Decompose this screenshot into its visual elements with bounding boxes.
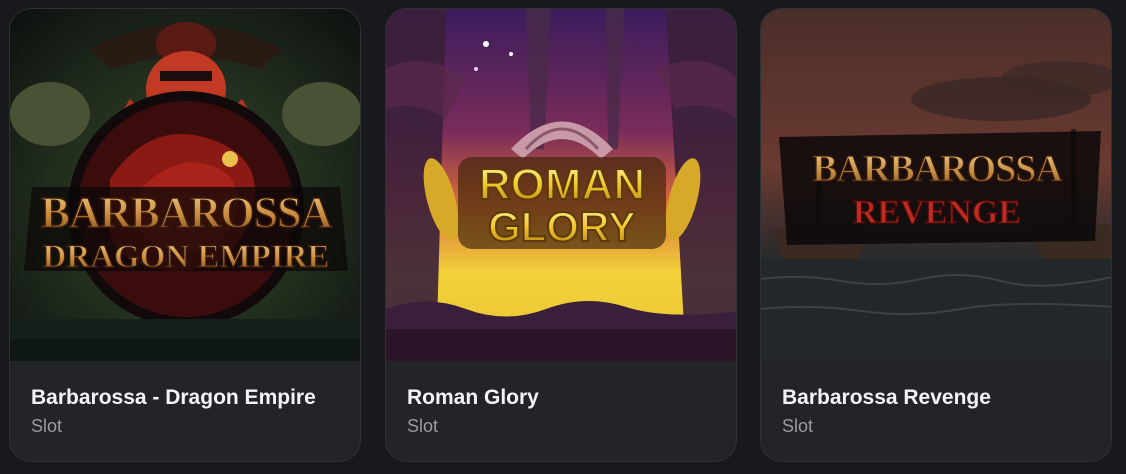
game-thumbnail[interactable]: BARBAROSSA DRAGON EMPIRE (10, 9, 360, 361)
game-type: Slot (782, 416, 814, 436)
game-title[interactable]: Roman Glory (407, 385, 724, 411)
game-title[interactable]: Barbarossa Revenge (782, 385, 1099, 411)
game-type: Slot (31, 416, 63, 436)
game-thumbnail[interactable]: BARBAROSSA REVENGE (761, 9, 1111, 361)
svg-text:ROMAN: ROMAN (479, 160, 645, 209)
svg-text:GLORY: GLORY (488, 203, 636, 250)
game-info: Barbarossa - Dragon Empire Slot (31, 385, 348, 437)
game-info: Barbarossa Revenge Slot (782, 385, 1099, 437)
game-card-roman-glory[interactable]: ROMAN GLORY Roman Glory Slot (385, 8, 737, 462)
game-artwork-barbarossa-dragon-empire: BARBAROSSA DRAGON EMPIRE (10, 9, 360, 361)
game-grid: BARBAROSSA DRAGON EMPIRE Barbarossa - Dr… (0, 0, 1126, 474)
game-thumbnail[interactable]: ROMAN GLORY (386, 9, 736, 361)
game-artwork-roman-glory: ROMAN GLORY (386, 9, 736, 361)
svg-text:BARBAROSSA: BARBAROSSA (41, 188, 333, 237)
svg-text:DRAGON EMPIRE: DRAGON EMPIRE (43, 239, 330, 275)
game-info: Roman Glory Slot (407, 385, 724, 437)
game-title[interactable]: Barbarossa - Dragon Empire (31, 385, 348, 411)
game-type: Slot (407, 416, 439, 436)
game-card-barbarossa-revenge[interactable]: BARBAROSSA REVENGE Barbarossa Revenge Sl… (760, 8, 1112, 462)
game-card-barbarossa-dragon-empire[interactable]: BARBAROSSA DRAGON EMPIRE Barbarossa - Dr… (9, 8, 361, 462)
svg-text:REVENGE: REVENGE (853, 194, 1021, 231)
svg-text:BARBAROSSA: BARBAROSSA (812, 148, 1063, 190)
game-artwork-barbarossa-revenge: BARBAROSSA REVENGE (761, 9, 1111, 361)
